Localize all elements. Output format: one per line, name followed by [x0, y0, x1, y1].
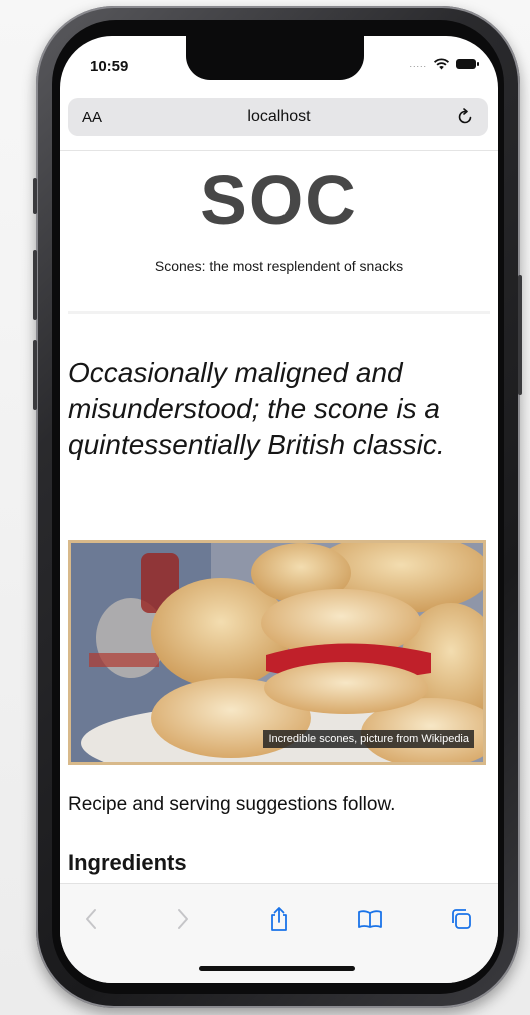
status-time: 10:59 [90, 58, 129, 75]
bookmarks-icon [358, 910, 382, 928]
photo-caption: Incredible scones, picture from Wikipedi… [263, 730, 474, 748]
power-button [518, 275, 522, 395]
web-content[interactable]: SOC Scones: the most resplendent of snac… [60, 151, 498, 883]
logo-clock-mark [276, 195, 286, 215]
home-indicator[interactable] [199, 966, 355, 971]
back-icon [86, 909, 96, 929]
forward-button[interactable] [168, 904, 198, 934]
site-tagline: Scones: the most resplendent of snacks [154, 258, 404, 274]
cellular-icon: ..... [409, 59, 427, 69]
tabs-icon [452, 909, 471, 929]
volume-down-button [33, 340, 37, 410]
lead-paragraph: Occasionally maligned and misunderstood;… [68, 357, 445, 460]
tabs-button[interactable] [446, 904, 476, 934]
notch [186, 36, 364, 80]
bookmarks-button[interactable] [355, 904, 385, 934]
address-text[interactable]: localhost [247, 108, 310, 126]
ingredients-heading: Ingredients [68, 850, 187, 875]
screen: 10:59 ..... AA localhost SOC Scones: the… [60, 36, 498, 983]
mute-switch [33, 178, 37, 214]
back-button[interactable] [76, 904, 106, 934]
battery-icon [456, 59, 479, 69]
reload-icon[interactable] [456, 108, 474, 126]
header-divider [68, 311, 490, 314]
share-button[interactable] [264, 904, 294, 934]
volume-up-button [33, 250, 37, 320]
share-icon [271, 907, 287, 931]
recipe-intro: Recipe and serving suggestions follow. [68, 794, 396, 815]
forward-icon [178, 909, 188, 929]
status-icons: ..... [409, 58, 479, 70]
scone-photo: Incredible scones, picture from Wikipedi… [68, 540, 486, 765]
text-size-button[interactable]: AA [82, 109, 102, 126]
address-bar[interactable]: AA localhost [68, 98, 488, 136]
wifi-icon [433, 58, 450, 70]
